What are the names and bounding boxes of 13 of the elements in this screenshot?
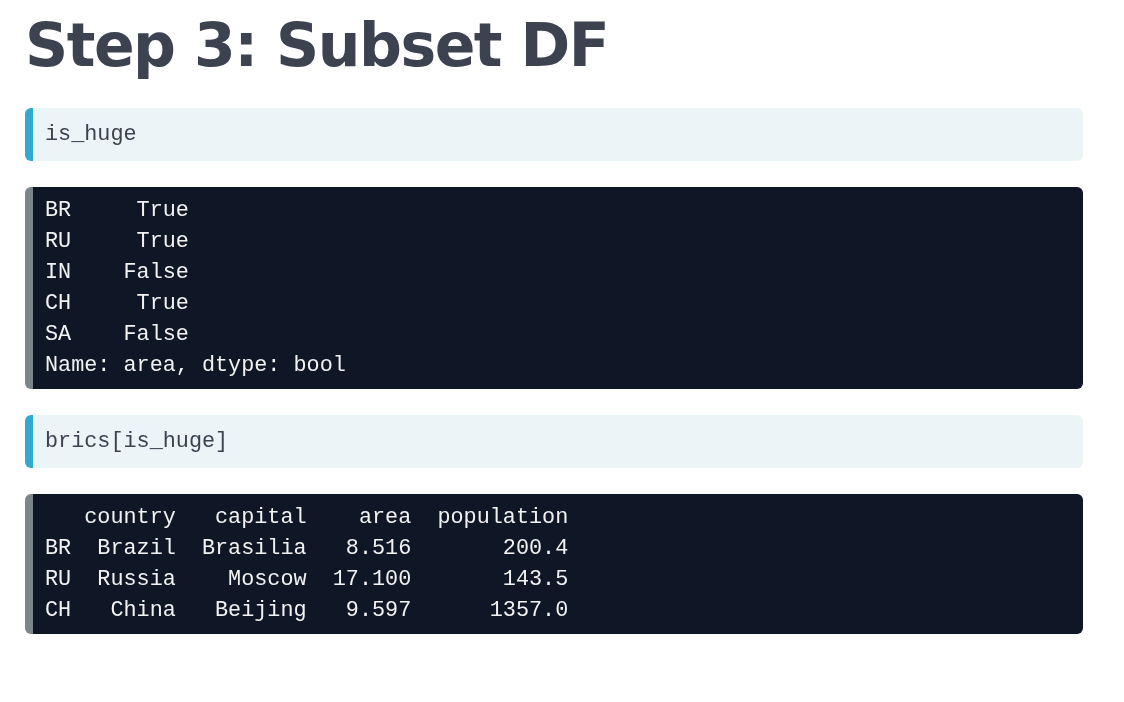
slide-title: Step 3: Subset DF: [25, 12, 610, 78]
output-line: RU Russia Moscow 17.100 143.5: [45, 566, 569, 594]
output-line: RU True: [45, 228, 189, 256]
output-line: IN False: [45, 259, 189, 287]
output-line: BR True: [45, 197, 189, 225]
output-line: SA False: [45, 321, 189, 349]
output-line: CH China Beijing 9.597 1357.0: [45, 597, 569, 625]
code-line: brics[is_huge]: [45, 428, 229, 456]
output-line: Name: area, dtype: bool: [45, 352, 346, 380]
output-line: CH True: [45, 290, 189, 318]
code-line: is_huge: [45, 121, 137, 149]
output-line: BR Brazil Brasilia 8.516 200.4: [45, 535, 569, 563]
output-line: country capital area population: [83, 504, 569, 532]
